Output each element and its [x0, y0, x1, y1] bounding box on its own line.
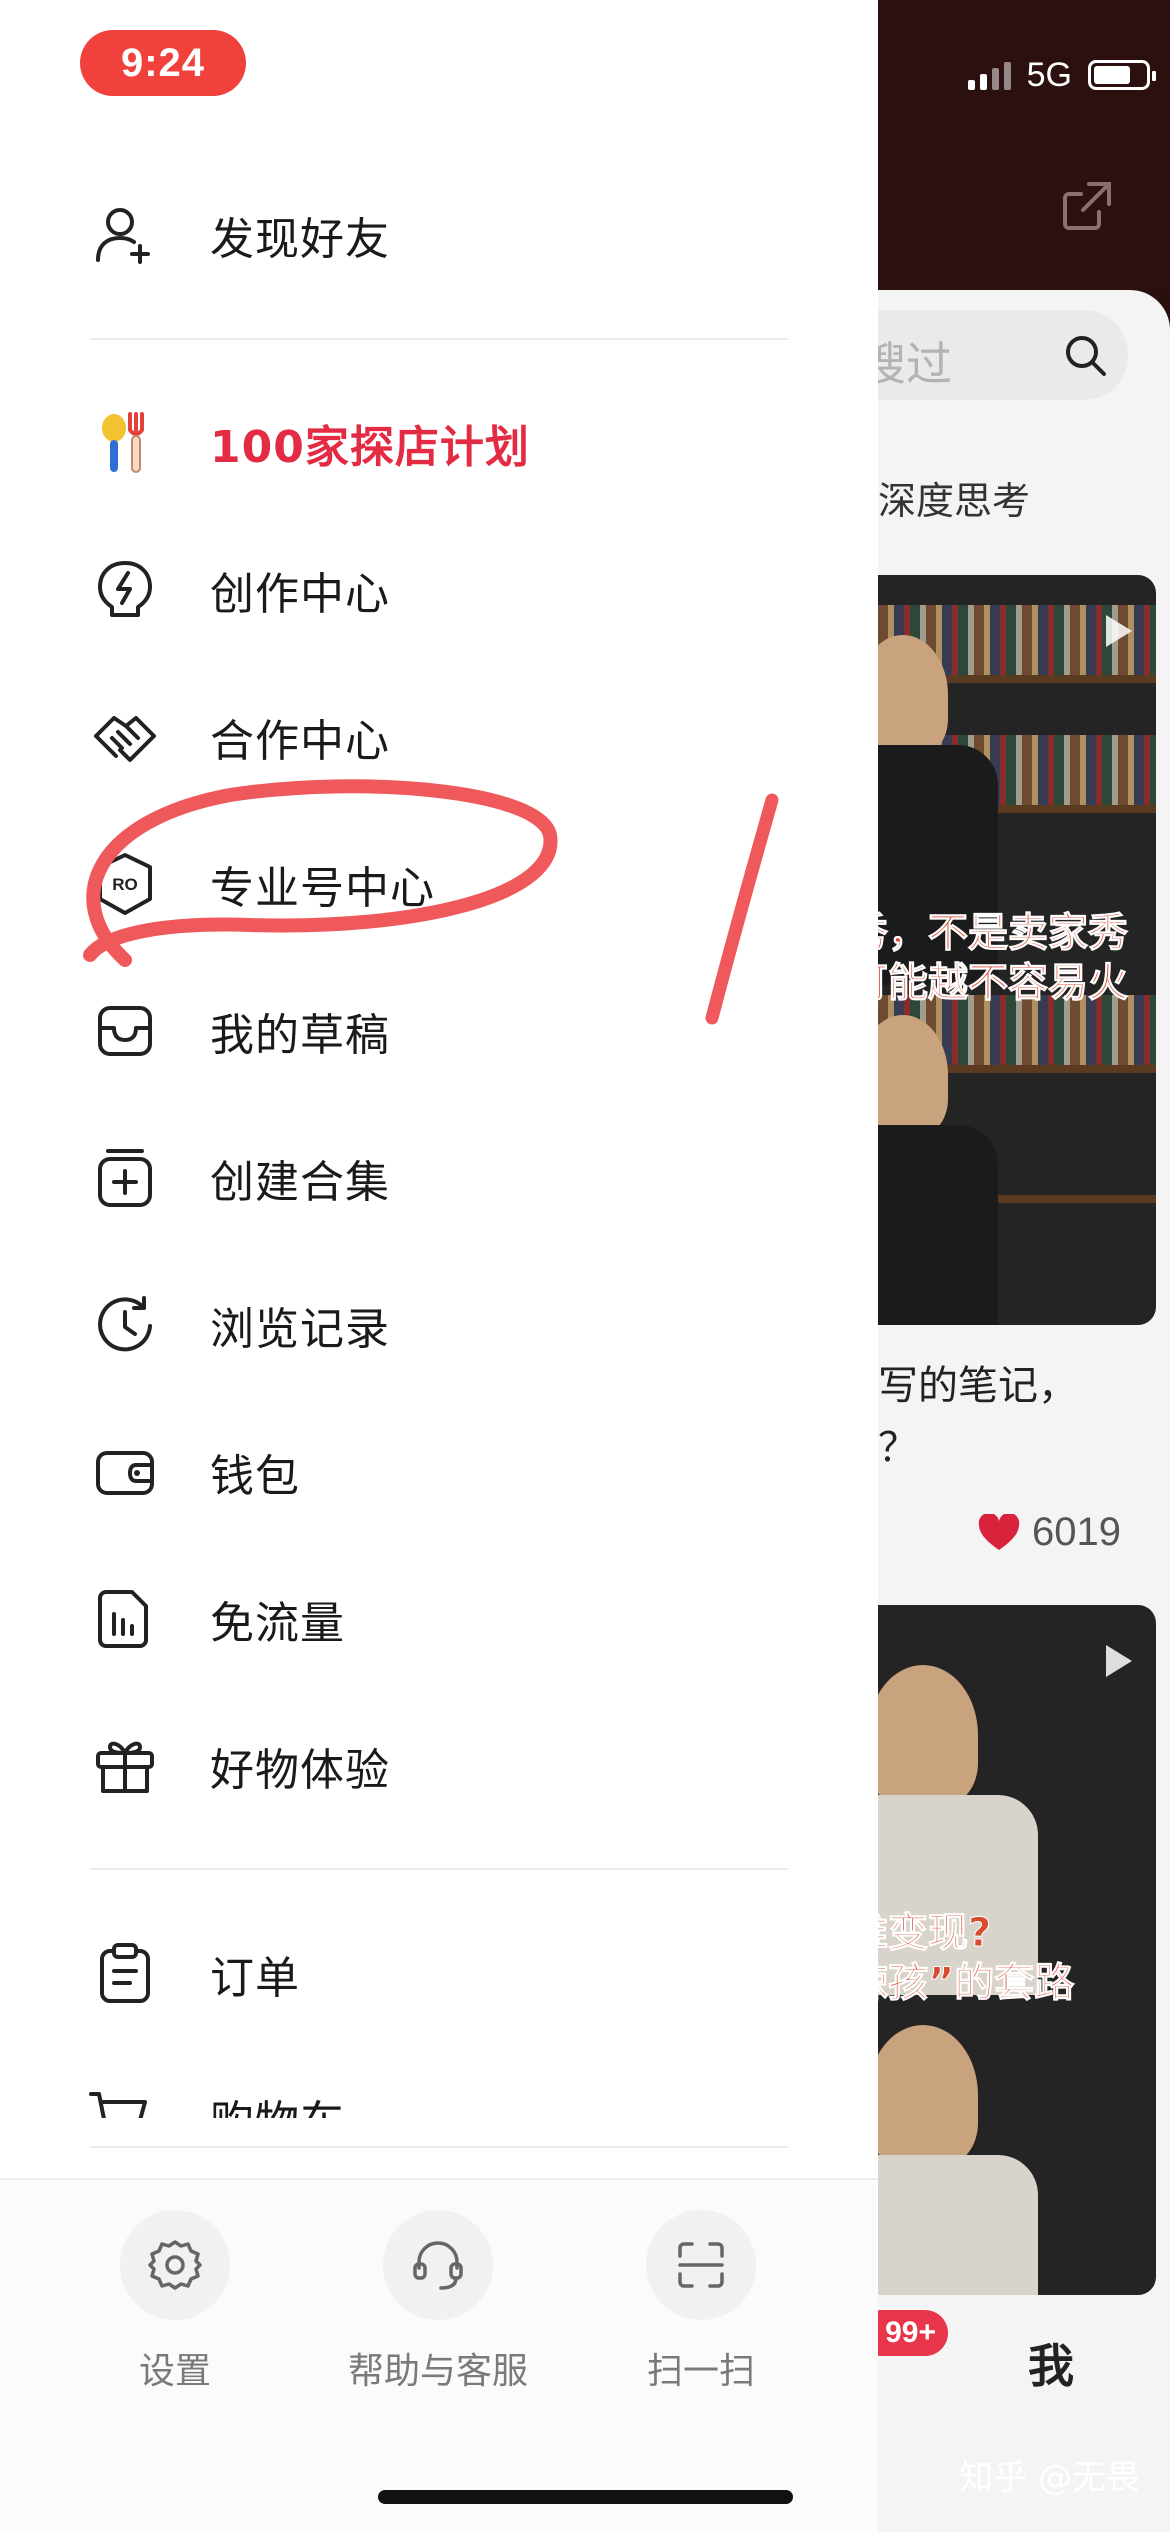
menu-item-create-collection[interactable]: 创建合集	[85, 1128, 785, 1228]
scan-icon	[678, 2242, 724, 2288]
scan-button[interactable]: 扫一扫	[581, 2210, 821, 2394]
share-icon[interactable]	[1059, 178, 1115, 234]
settings-button[interactable]: 设置	[55, 2210, 295, 2394]
background-header	[878, 0, 1170, 290]
notification-badge: 99+	[878, 2310, 948, 2356]
menu-label: 创建合集	[210, 1157, 390, 1208]
menu-label: 好物体验	[210, 1745, 390, 1796]
data-chart-icon	[85, 1579, 165, 1659]
background-search-bar[interactable]: 搜过	[878, 310, 1128, 400]
menu-item-cooperation-center[interactable]: 合作中心	[85, 687, 785, 787]
heart-icon	[978, 1513, 1020, 1550]
menu-label: 创作中心	[210, 569, 390, 620]
wallet-icon	[85, 1432, 165, 1512]
settings-label: 设置	[138, 2351, 211, 2392]
menu-item-browse-history[interactable]: 浏览记录	[85, 1275, 785, 1375]
search-icon	[1066, 336, 1106, 376]
pro-badge-icon: RO	[85, 844, 165, 924]
background-video-card[interactable]: 难变现? 辣孩”的套路	[878, 1605, 1156, 2295]
background-tab-label[interactable]: 深度思考	[878, 470, 1030, 525]
video-overlay-text: 辣孩”的套路	[878, 1960, 1075, 2007]
menu-item-cart[interactable]: 购物车	[85, 2090, 785, 2118]
menu-label: 免流量	[210, 1598, 345, 1649]
divider	[90, 2146, 788, 2148]
menu-item-pro-account-center[interactable]: RO 专业号中心	[85, 834, 785, 934]
menu-item-creator-center[interactable]: 创作中心	[85, 540, 785, 640]
video-overlay-text: 可能越不容易火	[878, 960, 1129, 1007]
menu-label: 订单	[210, 1953, 300, 2004]
menu-label: 发现好友	[210, 214, 390, 265]
menu-item-wallet[interactable]: 钱包	[85, 1422, 785, 1522]
menu-item-free-data[interactable]: 免流量	[85, 1569, 785, 1669]
menu-item-goods-trial[interactable]: 好物体验	[85, 1716, 785, 1816]
menu-item-my-drafts[interactable]: 我的草稿	[85, 981, 785, 1081]
menu-label: 专业号中心	[210, 863, 435, 914]
help-service-label: 帮助与客服	[347, 2351, 528, 2392]
play-icon	[1106, 1645, 1132, 1677]
menu-item-find-friends[interactable]: 发现好友	[85, 185, 785, 285]
background-app: 5G 搜过 深度思考 秀，不是卖家秀	[878, 0, 1170, 2532]
menu-item-orders[interactable]: 订单	[85, 1924, 785, 2024]
history-clock-icon	[85, 1285, 165, 1365]
scan-label: 扫一扫	[646, 2351, 755, 2392]
status-time: 9:24	[80, 30, 246, 96]
like-count[interactable]: 6019	[978, 1510, 1121, 1555]
gear-icon	[148, 2240, 202, 2290]
divider	[90, 1868, 788, 1870]
like-count-value: 6019	[1032, 1510, 1121, 1554]
home-indicator[interactable]	[378, 2490, 793, 2504]
divider	[90, 338, 788, 340]
menu-label: 合作中心	[210, 716, 390, 767]
menu-label: 钱包	[210, 1451, 300, 1502]
food-utensils-icon	[85, 403, 165, 483]
gift-icon	[85, 1726, 165, 1806]
handshake-icon	[85, 697, 165, 777]
signal-icon	[967, 60, 1011, 90]
caption-line: 写的笔记，	[878, 1363, 1078, 1409]
add-collection-icon	[85, 1138, 165, 1218]
lightning-bulb-icon	[85, 550, 165, 630]
background-search-text: 搜过	[878, 337, 952, 391]
background-video-card[interactable]: 秀，不是卖家秀 可能越不容易火	[878, 575, 1156, 1325]
status-bar-right: 5G	[967, 50, 1156, 100]
side-drawer: 9:24 发现好友 100家探店计划 创作中心 合作中心 RO 专业号中心 我的…	[0, 0, 878, 2532]
tab-me[interactable]: 我	[1028, 2330, 1074, 2396]
menu-label: 100家探店计划	[210, 422, 530, 473]
add-user-icon	[85, 195, 165, 275]
menu-item-shop-explore-plan[interactable]: 100家探店计划	[85, 393, 785, 493]
screen: 5G 搜过 深度思考 秀，不是卖家秀	[0, 0, 1170, 2532]
play-icon	[1106, 615, 1132, 647]
svg-text:RO: RO	[112, 875, 138, 894]
background-card-caption: 写的笔记， ？	[878, 1355, 1078, 1479]
headset-icon	[413, 2241, 463, 2290]
menu-label: 浏览记录	[210, 1304, 390, 1355]
help-service-button[interactable]: 帮助与客服	[318, 2210, 558, 2394]
inbox-icon	[85, 991, 165, 1071]
battery-icon	[1088, 60, 1156, 90]
cart-icon	[85, 2090, 165, 2118]
clipboard-icon	[85, 1934, 165, 2014]
network-label: 5G	[1026, 55, 1072, 94]
caption-line: ？	[878, 1425, 918, 1471]
drawer-bottom-toolbar: 设置 帮助与客服 扫一扫	[0, 2178, 878, 2532]
menu-label: 购物车	[210, 2090, 345, 2118]
watermark: 知乎 @无畏	[959, 2458, 1140, 2498]
menu-label: 我的草稿	[210, 1010, 390, 1061]
